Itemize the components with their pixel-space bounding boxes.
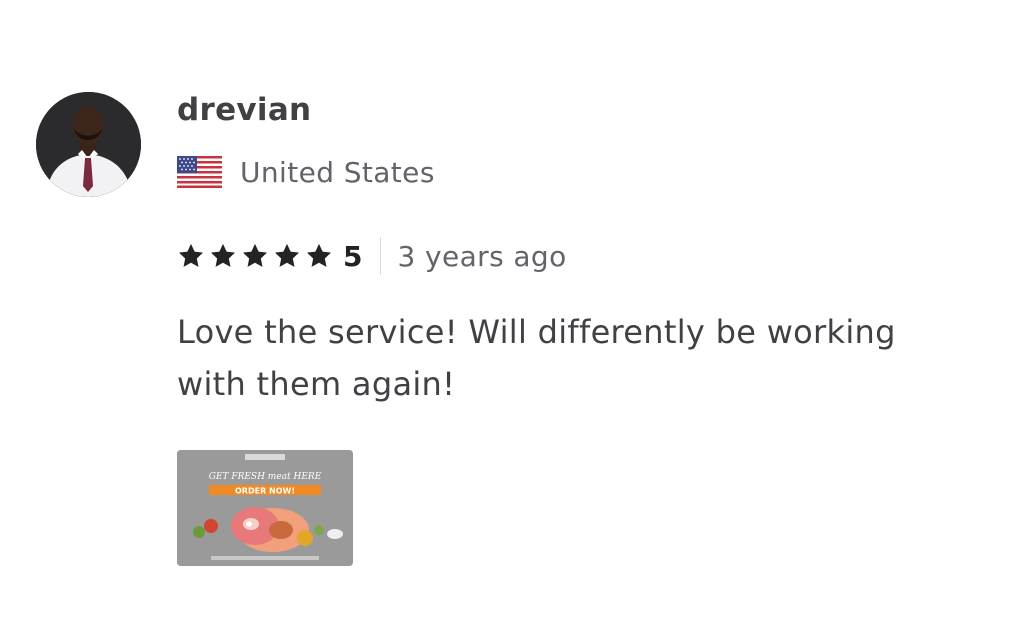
star-rating <box>177 242 337 270</box>
avatar[interactable] <box>36 92 141 197</box>
avatar-image <box>36 92 141 197</box>
rating-value: 5 <box>343 239 363 273</box>
review-attachment-thumbnail[interactable]: GET FRESH meat HERE ORDER NOW! <box>177 450 353 566</box>
review-text: Love the service! Will differently be wo… <box>177 313 896 403</box>
country-row: United States <box>177 154 977 190</box>
star-icon <box>274 243 300 267</box>
star-icon <box>242 243 268 267</box>
star-icon <box>306 243 332 267</box>
star-icon <box>210 243 236 267</box>
attachment-image: GET FRESH meat HERE ORDER NOW! <box>177 450 353 566</box>
rating-row: 5 3 years ago <box>177 236 977 276</box>
attachment-headline: GET FRESH meat HERE <box>209 472 322 482</box>
username[interactable]: drevian <box>177 90 977 130</box>
us-flag-icon <box>177 156 222 188</box>
country-name: United States <box>240 155 435 189</box>
divider <box>380 237 382 275</box>
review-time: 3 years ago <box>397 239 567 273</box>
review-content: drevian United States 5 3 years ago Love… <box>177 90 977 566</box>
attachment-cta: ORDER NOW! <box>235 487 295 496</box>
star-icon <box>178 243 204 267</box>
